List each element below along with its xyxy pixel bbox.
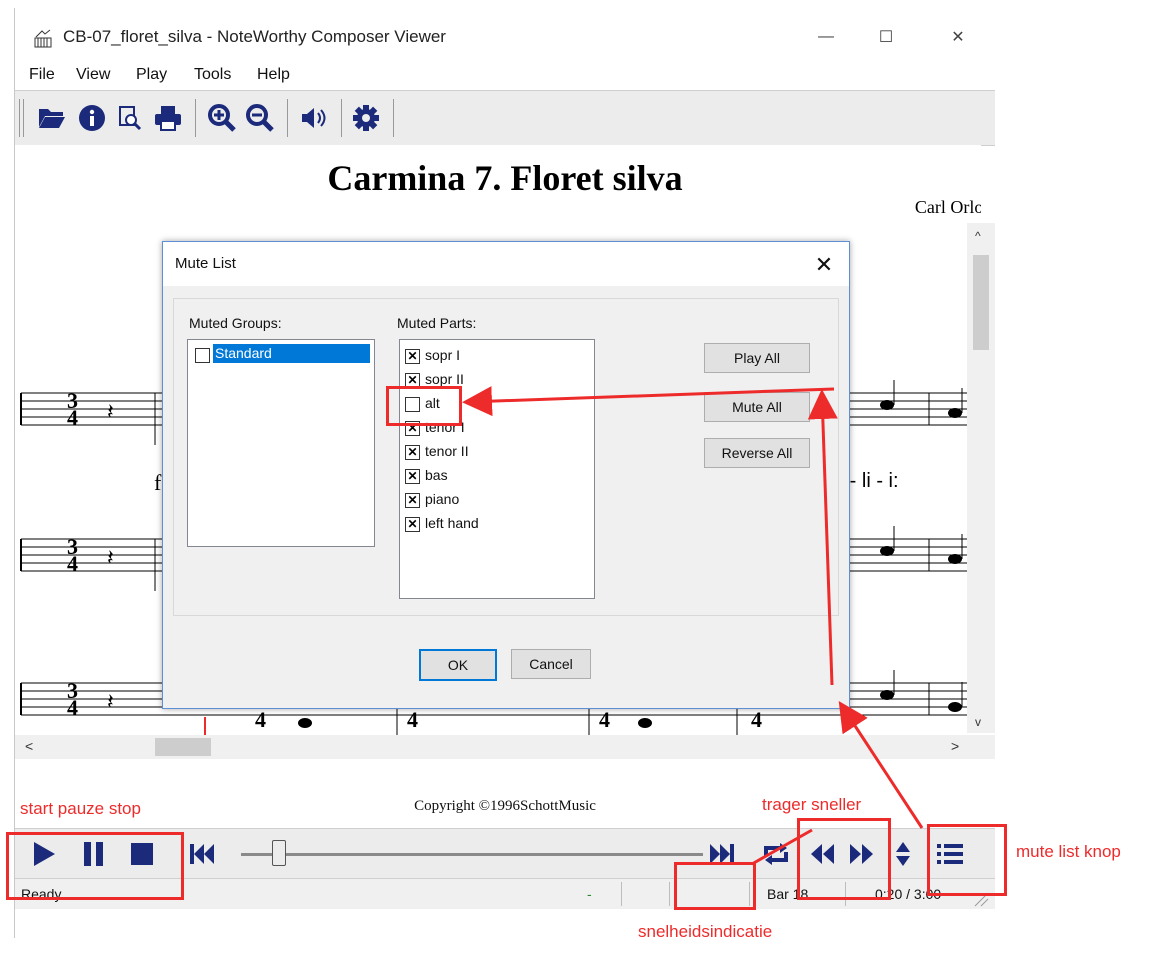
annotation-speed-indicator: snelheidsindicatie: [638, 922, 773, 941]
annotation-arrows: [462, 386, 924, 866]
annotation-start-pause-stop: start pauze stop: [20, 799, 141, 818]
annotation-slower-faster: trager sneller: [762, 795, 862, 814]
annotation-mute-list-button: mute list knop: [1016, 842, 1121, 861]
